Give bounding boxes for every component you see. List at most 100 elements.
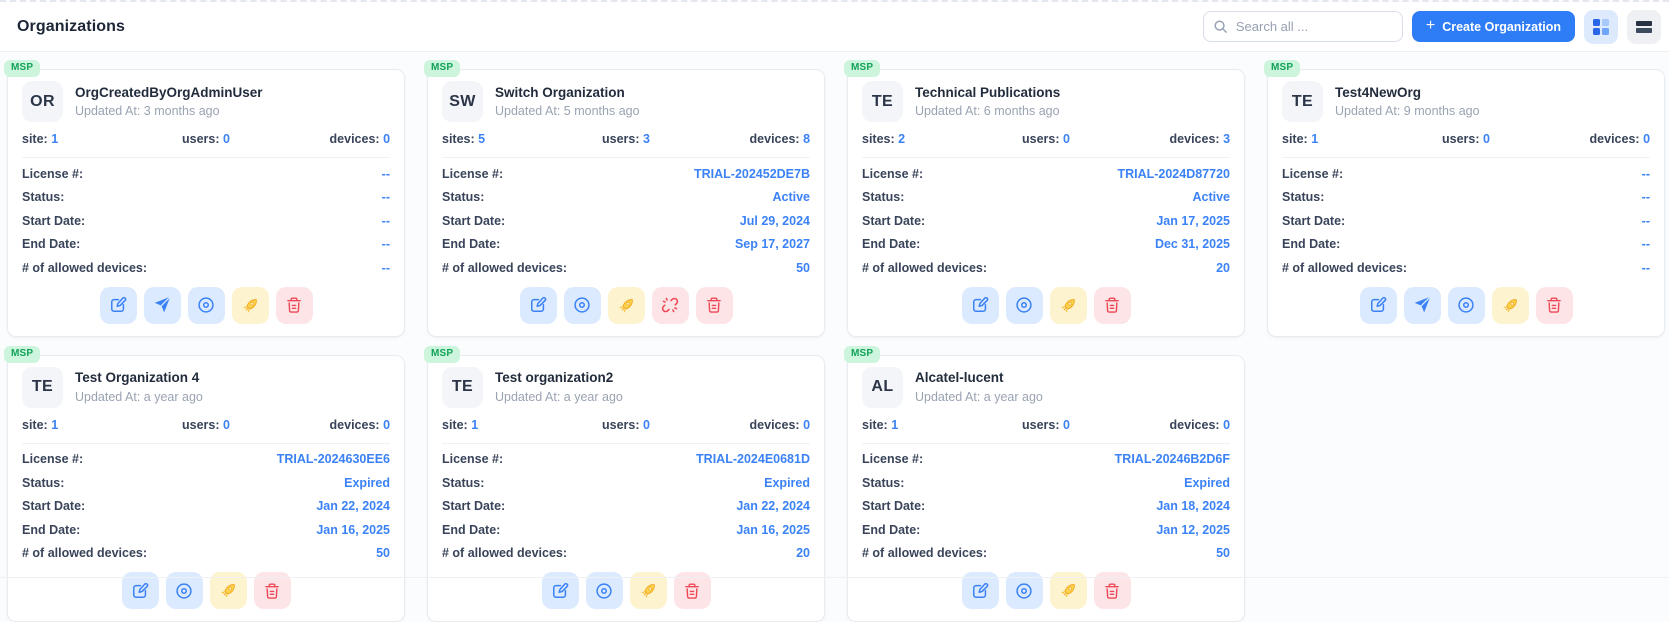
detail-value: -- [382, 167, 390, 182]
stat-label: devices: [1170, 132, 1220, 146]
msp-badge: MSP [844, 60, 880, 77]
detail-value: Jan 22, 2024 [736, 499, 810, 514]
detail-label: License #: [442, 167, 503, 182]
edit-icon [108, 295, 128, 315]
updated-at: Updated At: a year ago [915, 390, 1043, 404]
msp-badge: MSP [1264, 60, 1300, 77]
detail-label: # of allowed devices: [862, 546, 987, 561]
launch-button[interactable] [1492, 287, 1529, 324]
edit-button[interactable] [100, 287, 137, 324]
view-button[interactable] [188, 287, 225, 324]
send-button[interactable] [144, 287, 181, 324]
stat-value: 0 [383, 132, 390, 146]
stat-value: 2 [898, 132, 905, 146]
organization-name: Switch Organization [495, 85, 640, 101]
stat-sites: site: 1 [1282, 132, 1405, 147]
stat-value: 3 [1223, 132, 1230, 146]
grid-view-toggle[interactable] [1584, 10, 1618, 44]
license-details: License #: -- Status: -- Start Date: -- … [22, 167, 390, 276]
detail-row-start-date: Start Date: Jan 22, 2024 [22, 499, 390, 514]
detail-value: -- [1642, 214, 1650, 229]
detail-value: TRIAL-2024D87720 [1117, 167, 1230, 182]
card-actions [22, 287, 390, 324]
paper-plane-icon [152, 295, 172, 315]
delete-button[interactable] [1536, 287, 1573, 324]
avatar: TE [442, 367, 483, 408]
organizations-section: MSP OR OrgCreatedByOrgAdminUser Updated … [0, 52, 1669, 622]
stat-label: devices: [330, 132, 380, 146]
grid-view-icon [1592, 18, 1610, 36]
launch-button[interactable] [608, 287, 645, 324]
view-button[interactable] [1448, 287, 1485, 324]
edit-icon [970, 581, 990, 601]
detail-row-end-date: End Date: Dec 31, 2025 [862, 237, 1230, 252]
detail-row-end-date: End Date: Sep 17, 2027 [442, 237, 810, 252]
edit-button[interactable] [520, 287, 557, 324]
detail-label: End Date: [442, 523, 500, 538]
organization-card: MSP TE Test Organization 4 Updated At: a… [7, 355, 405, 622]
detail-value: TRIAL-20246B2D6F [1115, 452, 1230, 467]
plus-icon: + [1426, 18, 1435, 34]
view-button[interactable] [564, 287, 601, 324]
detail-label: Status: [862, 476, 904, 491]
stat-label: devices: [750, 132, 800, 146]
stat-sites: site: 1 [22, 418, 145, 433]
unlink-button[interactable] [652, 287, 689, 324]
search-input[interactable] [1203, 11, 1403, 42]
stat-sites: site: 1 [22, 132, 145, 147]
detail-row-start-date: Start Date: Jan 17, 2025 [862, 214, 1230, 229]
card-header: TE Test organization2 Updated At: a year… [442, 367, 810, 408]
circle-dot-icon [594, 581, 614, 601]
delete-button[interactable] [1094, 287, 1131, 324]
stats-row: site: 1 users: 0 devices: 0 [22, 418, 390, 444]
view-button[interactable] [1006, 287, 1043, 324]
stat-devices: devices: 0 [687, 418, 810, 433]
detail-row-license: License #: TRIAL-202452DE7B [442, 167, 810, 182]
send-button[interactable] [1404, 287, 1441, 324]
organization-card: MSP TE Test organization2 Updated At: a … [427, 355, 825, 622]
edit-button[interactable] [1360, 287, 1397, 324]
detail-label: End Date: [862, 523, 920, 538]
stat-sites: sites: 5 [442, 132, 565, 147]
updated-at: Updated At: a year ago [495, 390, 623, 404]
stat-sites: sites: 2 [862, 132, 985, 147]
stat-label: users: [182, 418, 220, 432]
circle-dot-icon [1456, 295, 1476, 315]
page-title: Organizations [17, 18, 125, 36]
detail-label: Start Date: [22, 214, 85, 229]
detail-value: TRIAL-2024630EE6 [277, 452, 390, 467]
broken-link-icon [660, 295, 680, 315]
list-view-toggle[interactable] [1627, 10, 1661, 44]
create-organization-button[interactable]: + Create Organization [1412, 11, 1575, 42]
detail-value: -- [382, 237, 390, 252]
trash-icon [1544, 295, 1564, 315]
stat-users: users: 0 [1405, 132, 1528, 147]
stat-value: 0 [1223, 418, 1230, 432]
detail-value: -- [1642, 190, 1650, 205]
organization-name: Test organization2 [495, 370, 623, 386]
edit-icon [528, 295, 548, 315]
edit-button[interactable] [962, 287, 999, 324]
detail-value: -- [382, 261, 390, 276]
detail-row-status: Status: Active [862, 190, 1230, 205]
card-header: AL Alcatel-lucent Updated At: a year ago [862, 367, 1230, 408]
rocket-icon [1058, 580, 1079, 601]
delete-button[interactable] [696, 287, 733, 324]
rocket-icon [1058, 295, 1079, 316]
stat-label: sites: [862, 132, 895, 146]
stat-label: users: [1442, 132, 1480, 146]
launch-button[interactable] [232, 287, 269, 324]
msp-badge: MSP [844, 346, 880, 363]
stats-row: site: 1 users: 0 devices: 0 [1282, 132, 1650, 158]
card-header-text: Test Organization 4 Updated At: a year a… [75, 370, 203, 404]
organization-name: OrgCreatedByOrgAdminUser [75, 85, 263, 101]
stats-row: site: 1 users: 0 devices: 0 [862, 418, 1230, 444]
detail-value: TRIAL-2024E0681D [696, 452, 810, 467]
detail-row-end-date: End Date: -- [1282, 237, 1650, 252]
launch-button[interactable] [1050, 287, 1087, 324]
detail-value: Jan 16, 2025 [316, 523, 390, 538]
detail-row-allowed-devices: # of allowed devices: 20 [442, 546, 810, 561]
stat-devices: devices: 0 [267, 418, 390, 433]
delete-button[interactable] [276, 287, 313, 324]
detail-value: Active [1192, 190, 1230, 205]
